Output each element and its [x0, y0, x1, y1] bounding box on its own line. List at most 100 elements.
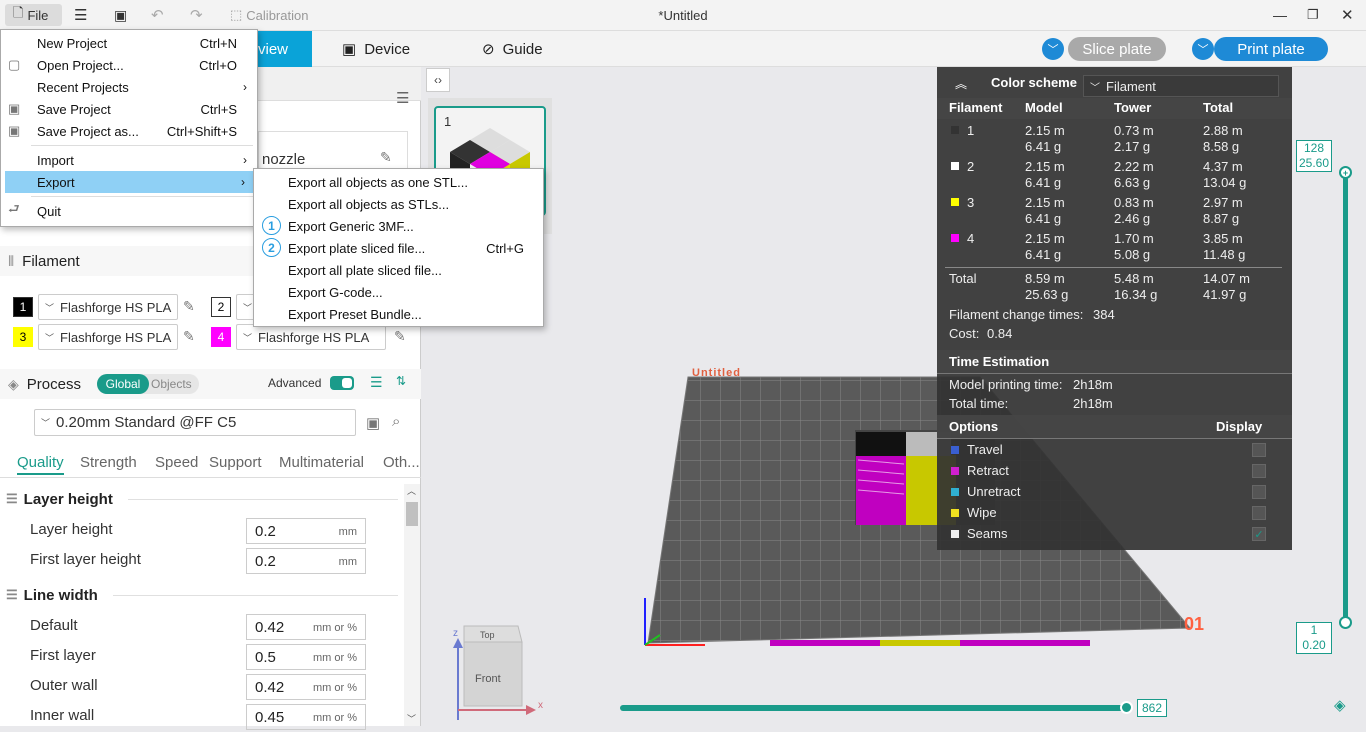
menu-item-quit[interactable]: ⮐ Quit: [1, 200, 257, 222]
menu-item-save-project-as[interactable]: ▣ Save Project as... Ctrl+Shift+S: [1, 120, 257, 142]
model-m: 8.59 m: [1025, 271, 1065, 286]
edit-icon[interactable]: ✎: [380, 149, 392, 166]
export-item-gcode[interactable]: Export G-code...: [254, 281, 544, 303]
move-slider-thumb[interactable]: [1120, 701, 1133, 714]
tab-support[interactable]: Support: [209, 454, 262, 471]
sidebar-toggle-button[interactable]: ‹›: [426, 68, 450, 92]
layer-top-number: 128: [1303, 141, 1325, 155]
compare-icon[interactable]: ⇅: [396, 374, 406, 388]
scroll-down-icon[interactable]: ﹀: [407, 712, 416, 725]
filament-row: 3 2.15 m 6.41 g 0.83 m 2.46 g 2.97 m 8.87 g: [937, 195, 1292, 229]
setting-input[interactable]: 0.5 mm or %: [246, 644, 366, 670]
menu-item-shortcut: Ctrl+Shift+S: [166, 123, 237, 139]
tab-speed[interactable]: Speed: [155, 454, 198, 471]
time-estimation-header: Time Estimation: [949, 354, 1050, 369]
filament-row: 1 2.15 m 6.41 g 0.73 m 2.17 g 2.88 m 8.58 g: [937, 123, 1292, 157]
tower-m: 0.83 m: [1114, 195, 1154, 210]
tab-strength[interactable]: Strength: [80, 454, 137, 471]
move-slider[interactable]: [620, 705, 1128, 711]
minimize-icon[interactable]: —: [1273, 4, 1287, 26]
filament-select-1[interactable]: ﹀ Flashforge HS PLA: [38, 294, 178, 320]
slice-plate-button[interactable]: Slice plate: [1068, 37, 1166, 61]
menu-item-export[interactable]: Export ›: [5, 171, 255, 193]
tab-preview-label: view: [258, 40, 289, 58]
chevron-down-icon: ﹀: [45, 302, 55, 313]
global-tab[interactable]: Global: [97, 374, 149, 394]
print-plate-button[interactable]: Print plate: [1214, 37, 1328, 61]
export-item-preset-bundle[interactable]: Export Preset Bundle...: [254, 303, 544, 325]
search-icon[interactable]: ⌕: [392, 413, 400, 430]
setting-input[interactable]: 0.42 mm or %: [246, 674, 366, 700]
export-item-generic-3mf[interactable]: 1 Export Generic 3MF...: [254, 215, 544, 237]
layer-slider-top-thumb[interactable]: +: [1339, 166, 1352, 179]
color-scheme-panel: ︽ Color scheme ﹀ Filament Filament Model…: [937, 67, 1292, 550]
export-item-stls[interactable]: Export all objects as STLs...: [254, 193, 544, 215]
filament-select-4[interactable]: ﹀ Flashforge HS PLA: [236, 324, 386, 350]
setting-first-layer-height: First layer height 0.2 mm: [0, 546, 400, 576]
option-checkbox[interactable]: [1252, 506, 1266, 520]
print-dropdown-button[interactable]: ﹀: [1192, 38, 1214, 60]
tab-quality[interactable]: Quality: [17, 454, 64, 475]
menu-item-recent-projects[interactable]: Recent Projects ›: [1, 76, 257, 98]
option-row-seams: Seams ✓: [937, 526, 1292, 546]
color-scheme-select[interactable]: ﹀ Filament: [1083, 75, 1279, 97]
scrollbar-thumb[interactable]: [406, 502, 418, 526]
export-item-plate-sliced[interactable]: 2 Export plate sliced file... Ctrl+G: [254, 237, 544, 259]
edit-icon[interactable]: ✎: [183, 328, 195, 345]
menu-item-save-project[interactable]: ▣ Save Project Ctrl+S: [1, 98, 257, 120]
collapse-icon[interactable]: ︽: [955, 75, 967, 92]
view-cube[interactable]: Top Front z x: [448, 620, 548, 720]
objects-tab[interactable]: Objects: [151, 377, 192, 391]
layer-slider[interactable]: [1343, 172, 1348, 624]
total-g: 41.97 g: [1203, 287, 1247, 302]
layer-slider-bottom-thumb[interactable]: [1339, 616, 1352, 629]
tab-device[interactable]: ▣ Device: [342, 31, 410, 67]
chevron-down-icon: ﹀: [1197, 44, 1209, 56]
cube-front-label: Front: [475, 673, 501, 685]
save-icon[interactable]: ▣: [366, 414, 380, 432]
tab-guide[interactable]: ⊘ Guide: [482, 31, 543, 67]
option-checkbox[interactable]: [1252, 464, 1266, 478]
setting-input[interactable]: 0.45 mm or %: [246, 704, 366, 730]
option-checkbox[interactable]: [1252, 485, 1266, 499]
tab-others[interactable]: Oth...: [383, 454, 420, 471]
scroll-up-icon[interactable]: ︿: [407, 484, 416, 497]
export-item-all-plate-sliced[interactable]: Export all plate sliced file...: [254, 259, 544, 281]
edit-icon[interactable]: ✎: [183, 298, 195, 315]
close-icon[interactable]: ✕: [1341, 4, 1354, 26]
menu-item-import[interactable]: Import ›: [1, 149, 257, 171]
col-header-total: Total: [1203, 100, 1234, 115]
filament-row: 4 2.15 m 6.41 g 1.70 m 5.08 g 3.85 m 11.48 …: [937, 231, 1292, 265]
slice-dropdown-button[interactable]: ﹀: [1042, 38, 1064, 60]
title-bar: 🗋 File ☰ ▣ ↶ ↷ ⬚ Calibration *Untitled —…: [0, 0, 1366, 31]
filament-select-3[interactable]: ﹀ Flashforge HS PLA: [38, 324, 178, 350]
maximize-icon[interactable]: ❐: [1307, 4, 1319, 26]
setting-label: Default: [30, 617, 78, 634]
option-checkbox[interactable]: [1252, 443, 1266, 457]
export-item-one-stl[interactable]: Export all objects as one STL...: [254, 171, 544, 193]
edit-icon[interactable]: ✎: [394, 328, 406, 345]
options-header: Options: [949, 419, 999, 434]
settings-sliders-icon[interactable]: ☰: [396, 89, 409, 107]
advanced-toggle[interactable]: [330, 376, 354, 390]
settings-scrollbar[interactable]: ︿ ﹀: [404, 484, 420, 726]
setting-value: 0.5: [255, 648, 276, 666]
color-scheme-title: Color scheme: [991, 75, 1077, 90]
option-label: Seams: [967, 526, 1008, 541]
option-row-unretract: Unretract: [937, 484, 1292, 504]
model-time-value: 2h18m: [1073, 377, 1113, 392]
setting-input[interactable]: 0.2 mm: [246, 548, 366, 574]
filament-name: Flashforge HS PLA: [60, 329, 172, 345]
setting-input[interactable]: 0.42 mm or %: [246, 614, 366, 640]
menu-item-label: Export: [37, 174, 75, 190]
menu-item-open-project[interactable]: ▢ Open Project... Ctrl+O: [1, 54, 257, 76]
list-icon[interactable]: ☰: [370, 374, 383, 391]
option-checkbox-checked[interactable]: ✓: [1252, 527, 1266, 541]
menu-item-new-project[interactable]: New Project Ctrl+N: [1, 32, 257, 54]
setting-unit: mm or %: [313, 652, 357, 664]
process-preset-select[interactable]: ﹀ 0.20mm Standard @FF C5: [34, 409, 356, 436]
layers-icon[interactable]: ◈: [1334, 696, 1350, 714]
setting-input[interactable]: 0.2 mm: [246, 518, 366, 544]
tab-multimaterial[interactable]: Multimaterial: [279, 454, 364, 471]
global-objects-toggle[interactable]: Global Objects: [97, 374, 199, 394]
